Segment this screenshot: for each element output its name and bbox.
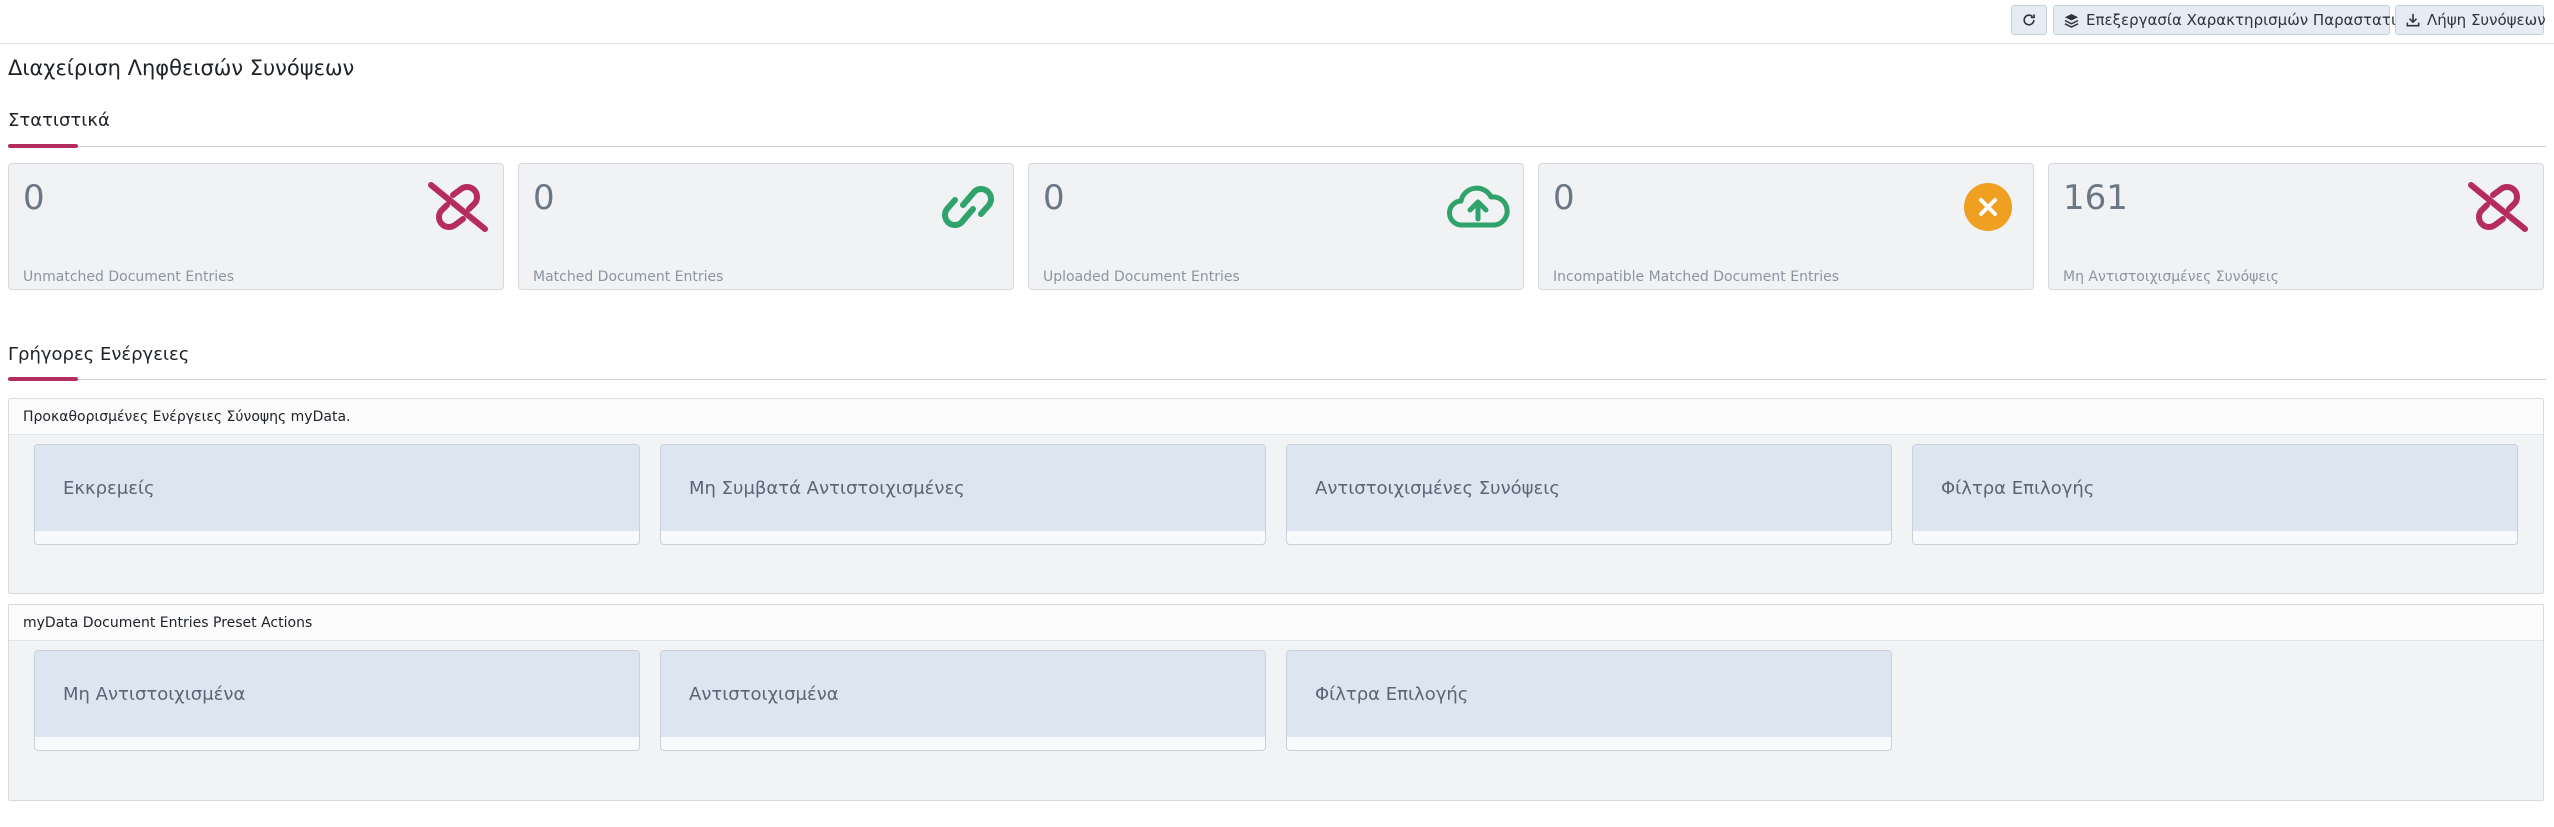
stat-card-uploaded: 0 Uploaded Document Entries [1028,163,1524,290]
action-label: Εκκρεμείς [35,445,639,531]
action-card-filters[interactable]: Φίλτρα Επιλογής [1912,444,2518,545]
stat-value: 0 [533,178,555,218]
cloud-upload-icon [1445,174,1511,240]
action-card-matched-summaries[interactable]: Αντιστοιχισμένες Συνόψεις [1286,444,1892,545]
stats-section-title: Στατιστικά [8,110,110,131]
action-label: Φίλτρα Επιλογής [1287,651,1891,737]
quick-actions-divider-accent [8,377,78,381]
x-circle-icon [1955,174,2021,240]
edit-characterizations-label: Επεξεργασία Χαρακτηρισμών Παραστατικών [2086,11,2426,29]
unlink-icon [2465,174,2531,240]
stat-value: 0 [23,178,45,218]
action-label: Μη Συμβατά Αντιστοιχισμένες [661,445,1265,531]
stats-divider-accent [8,144,78,148]
link-icon [935,174,1001,240]
action-card-matched[interactable]: Αντιστοιχισμένα [660,650,1266,751]
summary-preset-actions-panel: Προκαθορισμένες Ενέργειες Σύνοψης myData… [8,398,2544,594]
page-title: Διαχείριση Ληφθεισών Συνόψεων [8,56,355,80]
stat-label: Uploaded Document Entries [1043,269,1240,285]
quick-actions-section-title: Γρήγορες Ενέργειες [8,344,190,365]
stats-divider [8,146,2546,147]
stat-value: 161 [2063,178,2128,218]
document-entries-preset-actions-panel: myData Document Entries Preset Actions Μ… [8,604,2544,801]
action-card-pending[interactable]: Εκκρεμείς [34,444,640,545]
unlink-icon [425,174,491,240]
action-label: Αντιστοιχισμένα [661,651,1265,737]
stat-value: 0 [1043,178,1065,218]
refresh-button[interactable] [2011,5,2047,35]
layers-icon [2064,13,2079,28]
download-icon [2406,13,2420,27]
download-summaries-button[interactable]: Λήψη Συνόψεων [2395,5,2546,35]
action-card-incompatible-matched[interactable]: Μη Συμβατά Αντιστοιχισμένες [660,444,1266,545]
quick-actions-divider [8,379,2546,380]
panel-title: myData Document Entries Preset Actions [9,605,2543,641]
stat-label: Matched Document Entries [533,269,724,285]
top-toolbar: Επεξεργασία Χαρακτηρισμών Παραστατικών Λ… [0,0,2554,44]
action-label: Φίλτρα Επιλογής [1913,445,2517,531]
stat-card-unmatched-summaries: 161 Μη Αντιστοιχισμένες Συνόψεις [2048,163,2544,290]
action-card-filters[interactable]: Φίλτρα Επιλογής [1286,650,1892,751]
action-label: Μη Αντιστοιχισμένα [35,651,639,737]
stat-label: Μη Αντιστοιχισμένες Συνόψεις [2063,269,2279,285]
panel-title: Προκαθορισμένες Ενέργειες Σύνοψης myData… [9,399,2543,435]
stat-card-unmatched: 0 Unmatched Document Entries [8,163,504,290]
refresh-icon [2022,13,2036,27]
stat-label: Unmatched Document Entries [23,269,235,285]
download-summaries-label: Λήψη Συνόψεων [2427,11,2546,29]
stat-card-incompatible: 0 Incompatible Matched Document Entries [1538,163,2034,290]
action-card-unmatched[interactable]: Μη Αντιστοιχισμένα [34,650,640,751]
edit-characterizations-button[interactable]: Επεξεργασία Χαρακτηρισμών Παραστατικών [2053,5,2426,35]
stat-card-matched: 0 Matched Document Entries [518,163,1014,290]
stat-value: 0 [1553,178,1575,218]
action-label: Αντιστοιχισμένες Συνόψεις [1287,445,1891,531]
stat-label: Incompatible Matched Document Entries [1553,269,1839,285]
